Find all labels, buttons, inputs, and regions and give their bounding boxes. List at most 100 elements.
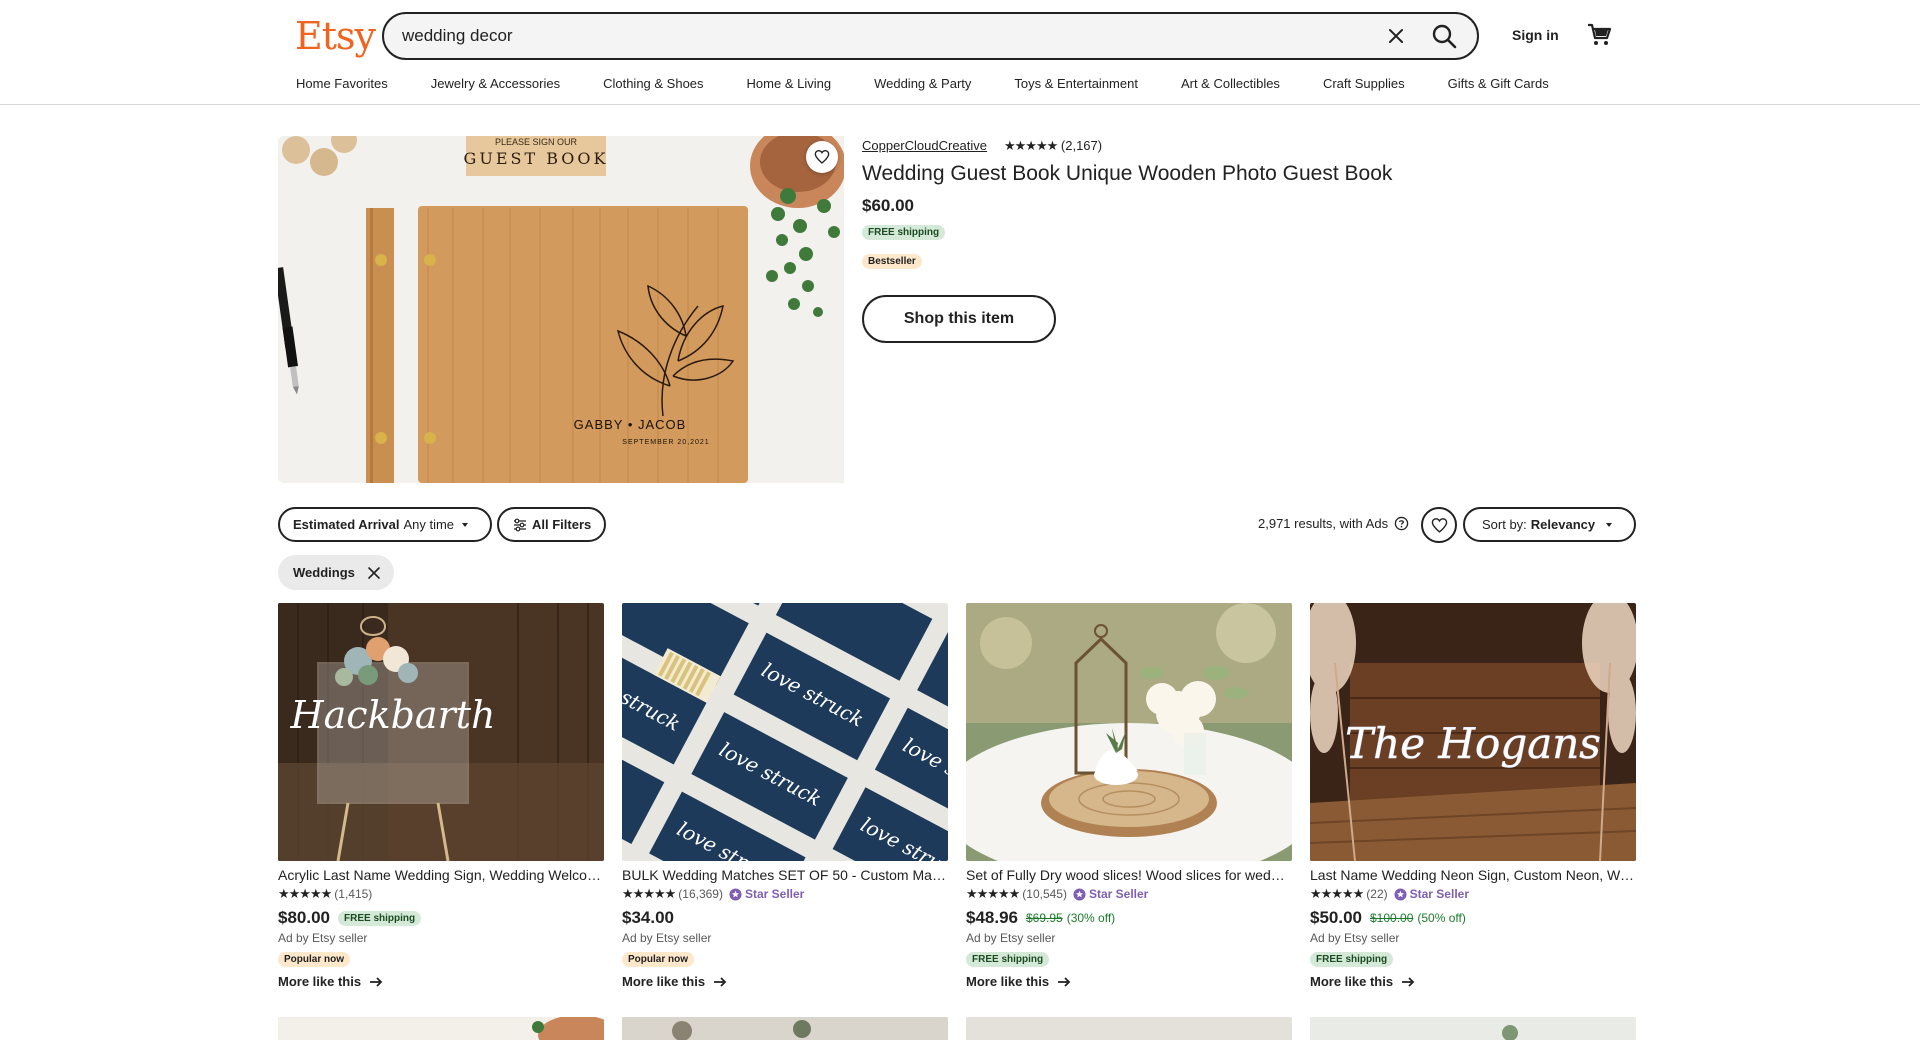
- star-rating-icon: ★★★★★: [966, 886, 1020, 901]
- next-listing-photo: [278, 1017, 604, 1040]
- nav-gifts-gift-cards[interactable]: Gifts & Gift Cards: [1448, 76, 1549, 96]
- neon-sign-photo: The Hogans: [1310, 603, 1636, 861]
- caret-down-icon: [1606, 522, 1613, 527]
- listing-card[interactable]: Hackbarth Acrylic Last Name Wedding Sign…: [278, 603, 604, 989]
- chip-label: Weddings: [293, 565, 355, 580]
- star-seller-label: Star Seller: [1088, 887, 1149, 901]
- listing-price-row: $80.00 FREE shipping: [278, 908, 604, 928]
- weddings-filter-chip[interactable]: Weddings: [278, 555, 394, 590]
- star-rating-icon: ★★★★★: [622, 886, 676, 901]
- shopping-cart-icon[interactable]: [1586, 21, 1612, 47]
- free-shipping-badge: FREE shipping: [1310, 952, 1394, 967]
- listing-title[interactable]: Acrylic Last Name Wedding Sign, Wedding …: [278, 867, 604, 883]
- more-like-this-link[interactable]: More like this: [622, 974, 948, 989]
- more-like-this-label: More like this: [966, 974, 1050, 989]
- featured-image[interactable]: PLEASE SIGN OUR GUEST BOOK GABBY • JACOB…: [278, 136, 844, 483]
- badge-row: Popular now: [622, 949, 948, 967]
- all-filters-button[interactable]: All Filters: [497, 507, 606, 542]
- listing-image-peek[interactable]: [966, 1017, 1292, 1040]
- listing-image[interactable]: [966, 603, 1292, 861]
- listing-title[interactable]: BULK Wedding Matches SET OF 50 - Custom …: [622, 867, 948, 883]
- listing-title[interactable]: Last Name Wedding Neon Sign, Custom Neon…: [1310, 867, 1636, 883]
- featured-title[interactable]: Wedding Guest Book Unique Wooden Photo G…: [862, 162, 1392, 186]
- category-nav: Home Favorites Jewelry & Accessories Clo…: [296, 76, 1549, 96]
- listing-card[interactable]: Set of Fully Dry wood slices! Wood slice…: [966, 603, 1292, 989]
- search-icon[interactable]: [1430, 22, 1460, 50]
- heart-icon: [814, 149, 830, 164]
- nav-clothing-shoes[interactable]: Clothing & Shoes: [603, 76, 703, 96]
- arrow-right-icon: [1402, 976, 1415, 987]
- nav-art-collectibles[interactable]: Art & Collectibles: [1181, 76, 1280, 96]
- listing-image[interactable]: love struck love struck love struck love…: [622, 603, 948, 861]
- listing-image[interactable]: The Hogans: [1310, 603, 1636, 861]
- listing-card[interactable]: The Hogans Last Name Wedding Neon Sign, …: [1310, 603, 1636, 989]
- review-count: (22): [1366, 887, 1388, 901]
- listing-price: $48.96: [966, 908, 1018, 927]
- more-like-this-link[interactable]: More like this: [278, 974, 604, 989]
- more-like-this-link[interactable]: More like this: [1310, 974, 1636, 989]
- listing-image-peek[interactable]: [1310, 1017, 1636, 1040]
- wood-slice-centerpiece-photo: [966, 603, 1292, 861]
- next-listing-photo: [1310, 1017, 1636, 1040]
- nav-toys-entertainment[interactable]: Toys & Entertainment: [1014, 76, 1138, 96]
- featured-badge-row: Bestseller: [862, 251, 922, 269]
- etsy-logo[interactable]: Etsy: [295, 14, 376, 58]
- listing-card[interactable]: love struck love struck love struck love…: [622, 603, 948, 989]
- ad-label: Ad by Etsy seller: [622, 931, 712, 945]
- sort-by-dropdown[interactable]: Sort by: Relevancy: [1463, 507, 1636, 542]
- badge-row: FREE shipping: [1310, 949, 1636, 967]
- listing-image[interactable]: Hackbarth: [278, 603, 604, 861]
- results-count: 2,971 results, with Ads: [1258, 516, 1409, 531]
- free-shipping-badge: FREE shipping: [862, 225, 946, 240]
- listing-rating: ★★★★★ (16,369) Star Seller: [622, 886, 948, 902]
- listing-rating: ★★★★★ (1,415): [278, 886, 604, 902]
- book-names: GABBY • JACOB: [574, 417, 687, 432]
- nav-home-living[interactable]: Home & Living: [747, 76, 832, 96]
- all-filters-label: All Filters: [532, 517, 592, 532]
- arrow-right-icon: [714, 976, 727, 987]
- featured-shop-name[interactable]: CopperCloudCreative: [862, 138, 987, 153]
- star-seller-icon: [729, 887, 742, 901]
- estimated-arrival-filter[interactable]: Estimated Arrival Any time: [278, 507, 492, 542]
- featured-shipping-row: FREE shipping: [862, 222, 946, 240]
- nav-home-favorites[interactable]: Home Favorites: [296, 76, 388, 96]
- nav-craft-supplies[interactable]: Craft Supplies: [1323, 76, 1405, 96]
- close-icon[interactable]: [367, 566, 381, 580]
- search-input[interactable]: [402, 14, 1352, 58]
- nav-jewelry-accessories[interactable]: Jewelry & Accessories: [431, 76, 560, 96]
- listing-price-row: $50.00 $100.00 (50% off): [1310, 908, 1636, 928]
- nav-wedding-party[interactable]: Wedding & Party: [874, 76, 971, 96]
- favorite-button[interactable]: [806, 141, 838, 173]
- badge-row: Popular now: [278, 949, 604, 967]
- next-listing-photo: [966, 1017, 1292, 1040]
- listing-title[interactable]: Set of Fully Dry wood slices! Wood slice…: [966, 867, 1292, 883]
- sign-in-link[interactable]: Sign in: [1512, 27, 1559, 43]
- caret-down-icon: [462, 522, 469, 527]
- search-bar: [382, 12, 1479, 60]
- help-icon[interactable]: [1394, 516, 1409, 531]
- popular-now-badge: Popular now: [622, 952, 694, 967]
- featured-price: $60.00: [862, 196, 914, 215]
- book-date: SEPTEMBER 20,2021: [622, 439, 709, 446]
- ad-label: Ad by Etsy seller: [966, 931, 1056, 945]
- listing-rating: ★★★★★ (10,545) Star Seller: [966, 886, 1292, 902]
- listing-image-peek[interactable]: [622, 1017, 948, 1040]
- ad-label: Ad by Etsy seller: [278, 931, 368, 945]
- discount-label: (30% off): [1066, 911, 1116, 925]
- listing-price-row: $34.00: [622, 908, 948, 928]
- original-price: $69.95: [1026, 911, 1063, 925]
- free-shipping-badge: FREE shipping: [966, 952, 1050, 967]
- estimated-arrival-label: Estimated Arrival: [293, 517, 400, 532]
- shop-this-item-button[interactable]: Shop this item: [862, 295, 1056, 343]
- star-rating-icon: ★★★★★: [1310, 886, 1364, 901]
- close-icon[interactable]: [1384, 24, 1408, 48]
- heart-icon: [1431, 517, 1447, 533]
- star-seller-icon: [1394, 887, 1407, 901]
- save-search-button[interactable]: [1421, 507, 1457, 543]
- listing-price: $34.00: [622, 908, 674, 927]
- more-like-this-link[interactable]: More like this: [966, 974, 1292, 989]
- star-seller-label: Star Seller: [1409, 887, 1469, 901]
- guest-book-photo: PLEASE SIGN OUR GUEST BOOK GABBY • JACOB…: [278, 136, 844, 483]
- listing-image-peek[interactable]: [278, 1017, 604, 1040]
- site-header: Etsy Sign in Home Favorites Jewelry & Ac…: [0, 0, 1920, 105]
